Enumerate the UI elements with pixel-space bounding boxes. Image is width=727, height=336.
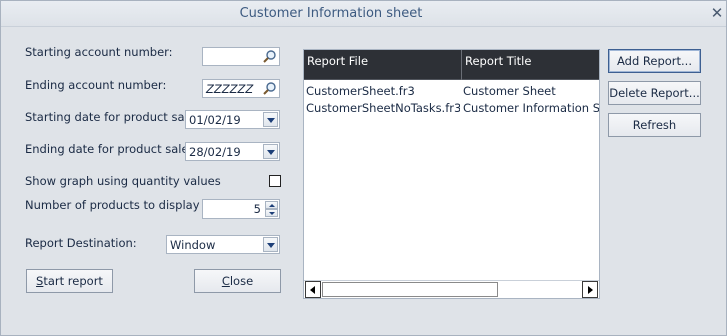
start-report-button[interactable]: Start report — [26, 269, 113, 293]
graph-checkbox-label: Show graph using quantity values — [25, 174, 221, 188]
report-title-cell: Customer Information Sheet — [463, 101, 599, 115]
report-grid[interactable]: Report File Report Title CustomerSheet.f… — [303, 49, 600, 299]
close-button[interactable]: Close — [194, 269, 281, 293]
destination-select[interactable]: Window — [166, 235, 280, 254]
horizontal-scrollbar[interactable] — [304, 280, 599, 298]
column-header-report-file[interactable]: Report File — [304, 50, 462, 80]
stepper-up-icon[interactable] — [265, 201, 278, 209]
close-accel: C — [221, 274, 230, 288]
refresh-button[interactable]: Refresh — [608, 113, 701, 137]
start-account-field[interactable] — [202, 47, 280, 66]
start-date-value: 01/02/19 — [189, 113, 241, 127]
scroll-right-icon[interactable] — [582, 281, 598, 298]
table-row[interactable]: CustomerSheetNoTasks.fr3 Customer Inform… — [304, 100, 599, 116]
delete-report-button[interactable]: Delete Report... — [608, 81, 701, 105]
end-account-label: Ending account number: — [25, 78, 167, 92]
start-report-label: tart report — [43, 274, 103, 288]
column-header-report-title[interactable]: Report Title — [462, 50, 599, 80]
close-icon[interactable]: ✕ — [709, 4, 725, 22]
end-date-value: 28/02/19 — [189, 145, 241, 159]
magnifier-icon[interactable] — [261, 81, 278, 96]
graph-checkbox[interactable] — [269, 175, 281, 187]
scroll-left-icon[interactable] — [305, 281, 321, 298]
start-date-label: Starting date for product sales: — [25, 110, 205, 124]
grid-header: Report File Report Title — [304, 50, 599, 80]
chevron-down-icon[interactable] — [263, 144, 278, 159]
start-account-label: Starting account number: — [25, 45, 173, 59]
chevron-down-icon[interactable] — [263, 112, 278, 127]
dialog-window: Customer Information sheet ✕ Starting ac… — [0, 0, 727, 336]
magnifier-icon[interactable] — [261, 49, 278, 64]
top-n-value: 5 — [253, 202, 261, 216]
table-row[interactable]: CustomerSheet.fr3 Customer Sheet — [304, 83, 599, 99]
scrollbar-thumb[interactable] — [322, 282, 498, 297]
chevron-down-icon[interactable] — [263, 237, 278, 252]
start-date-field[interactable]: 01/02/19 — [185, 110, 280, 129]
title-bar: Customer Information sheet ✕ — [1, 1, 726, 27]
end-date-label: Ending date for product sales: — [25, 142, 199, 156]
stepper-down-icon[interactable] — [265, 209, 278, 217]
end-date-field[interactable]: 28/02/19 — [185, 142, 280, 161]
top-n-stepper[interactable]: 5 — [202, 199, 280, 219]
close-label: lose — [229, 274, 254, 288]
report-title-cell: Customer Sheet — [463, 84, 556, 98]
destination-value: Window — [170, 238, 216, 252]
end-account-value: ZZZZZZ — [206, 82, 254, 96]
report-file-cell: CustomerSheet.fr3 — [306, 84, 415, 98]
end-account-field[interactable]: ZZZZZZ — [202, 79, 280, 98]
window-title: Customer Information sheet — [239, 6, 423, 21]
report-file-cell: CustomerSheetNoTasks.fr3 — [306, 101, 460, 115]
add-report-button[interactable]: Add Report... — [608, 49, 701, 73]
destination-label: Report Destination: — [25, 236, 137, 250]
